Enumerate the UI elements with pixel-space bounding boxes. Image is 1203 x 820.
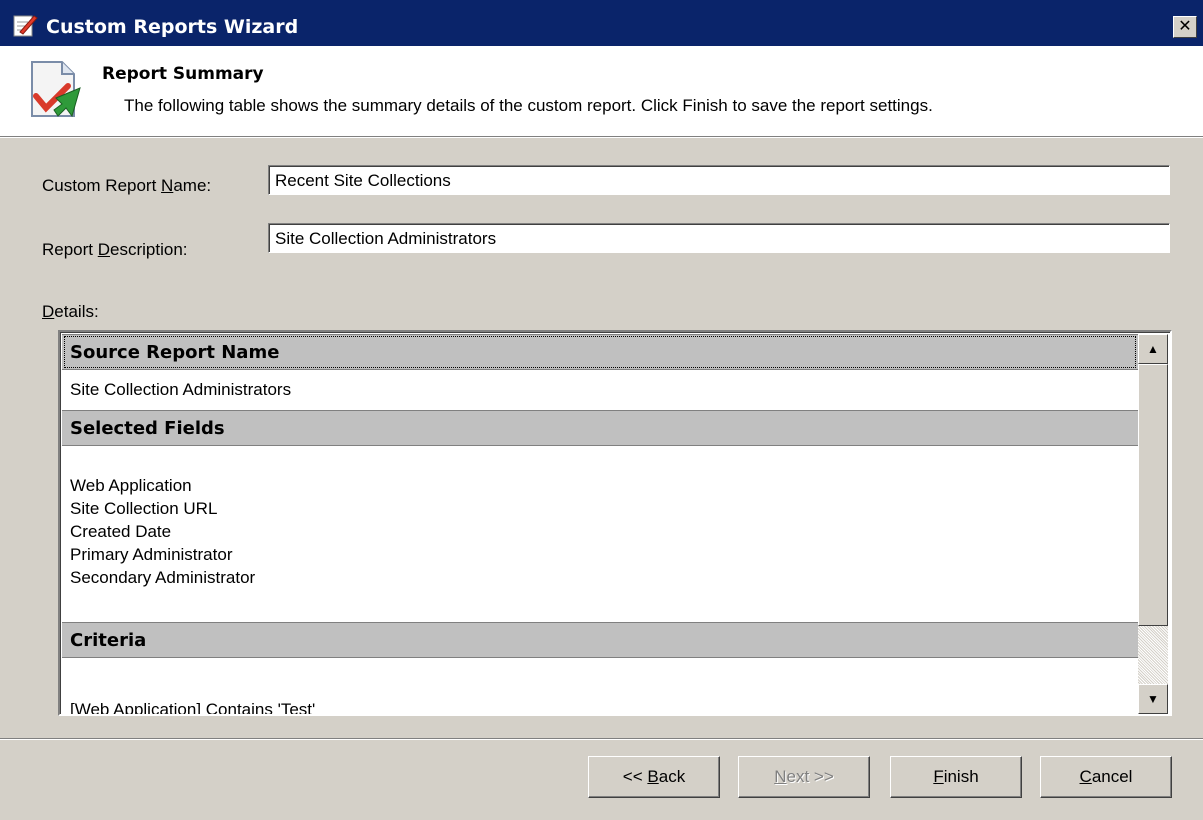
vertical-scrollbar[interactable]: ▲ ▼ [1138,334,1168,714]
header-divider [0,137,1203,138]
page-description: The following table shows the summary de… [124,96,933,115]
report-description-label: Report Description: [42,240,188,259]
close-button[interactable]: ✕ [1173,16,1197,38]
next-button[interactable]: Next >> [738,756,870,798]
field-item: Secondary Administrator [70,568,256,587]
details-label: Details: [42,302,99,321]
criteria-value: [Web Application] Contains 'Test' [70,700,316,714]
back-button[interactable]: << Back [588,756,720,798]
wizard-header: Report Summary The following table shows… [0,46,1203,137]
section-header-fields: Selected Fields [62,410,1138,446]
details-content: Source Report Name Site Collection Admin… [62,334,1138,714]
scroll-down-icon: ▼ [1147,692,1159,706]
close-icon: ✕ [1178,16,1192,35]
field-item: Created Date [70,522,172,541]
scroll-up-button[interactable]: ▲ [1138,334,1168,364]
section-header-criteria: Criteria [62,622,1138,658]
details-list[interactable]: Source Report Name Site Collection Admin… [58,330,1172,716]
section-header-source: Source Report Name [62,334,1138,370]
report-description-input[interactable]: Site Collection Administrators [268,223,1170,253]
cancel-button[interactable]: Cancel [1040,756,1172,798]
source-report-value: Site Collection Administrators [70,380,292,399]
notepad-check-icon [13,15,38,37]
field-item: Primary Administrator [70,545,233,564]
field-item: Web Application [70,476,192,495]
field-item: Site Collection URL [70,499,218,518]
scroll-up-icon: ▲ [1147,342,1159,356]
window-title: Custom Reports Wizard [46,16,299,38]
page-title: Report Summary [102,64,264,84]
finish-button[interactable]: Finish [890,756,1022,798]
scroll-down-button[interactable]: ▼ [1138,684,1168,714]
selected-fields-list: Web Application Site Collection URL Crea… [62,446,1138,622]
scroll-thumb[interactable] [1138,364,1168,626]
report-name-input[interactable]: Recent Site Collections [268,165,1170,195]
report-checkmark-icon [31,61,81,118]
report-name-label: Custom Report Name: [42,176,212,195]
title-bar: Custom Reports Wizard ✕ [0,0,1203,46]
